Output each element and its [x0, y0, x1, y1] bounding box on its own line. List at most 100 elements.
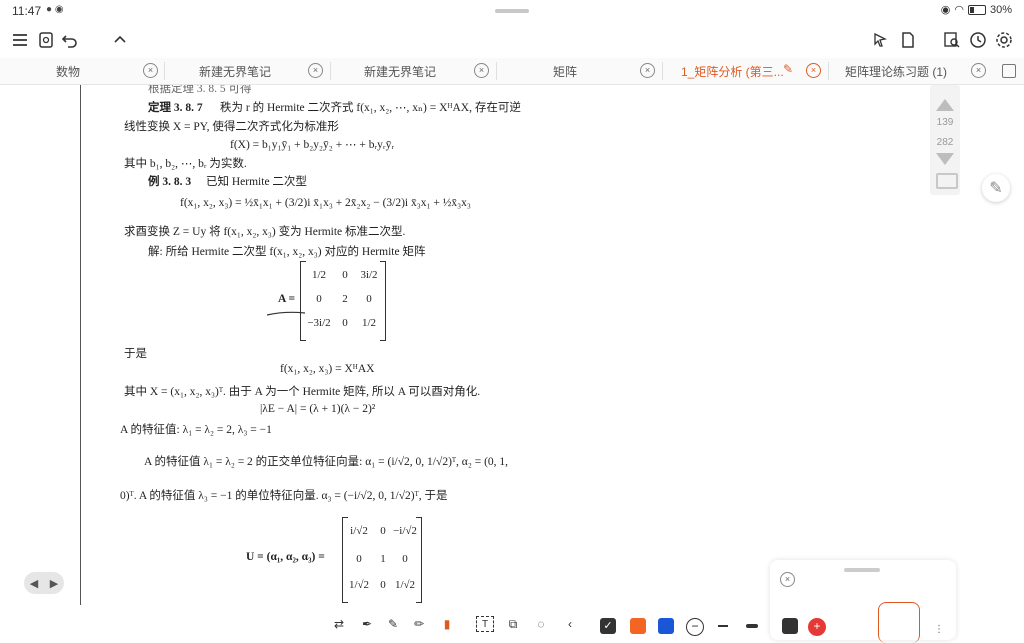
prev-page-icon[interactable]: ◀ [30, 577, 38, 590]
matrix-cell: 0 [402, 553, 408, 565]
color-swatch-orange[interactable] [630, 618, 646, 634]
matrix-cell: 1/√2 [348, 579, 370, 591]
matrix-cell: 2 [342, 293, 348, 305]
close-icon[interactable]: × [143, 63, 158, 78]
add-color-icon[interactable]: + [808, 618, 826, 636]
tab-item[interactable]: 新建无界笔记 × [165, 58, 330, 84]
highlighter-icon[interactable]: ▮ [440, 614, 454, 634]
doc-line: 其中 b₁, b₂, ⋯, bᵣ 为实数. [124, 158, 247, 170]
tab-bar: 数物 × 新建无界笔记 × 新建无界笔记 × 矩阵 × 1_矩阵分析 (第三..… [0, 58, 1024, 85]
timer-icon[interactable] [966, 28, 990, 52]
color-swatch-black-2[interactable] [782, 618, 798, 634]
clock: 11:47 [12, 4, 42, 18]
close-icon[interactable]: × [308, 63, 323, 78]
layers-icon[interactable] [936, 173, 958, 189]
tab-item-active[interactable]: 1_矩阵分析 (第三... ✎ × [663, 58, 828, 84]
document-page[interactable]: 根据定理 3. 8. 5 可得 定理 3. 8. 7 秩为 r 的 Hermit… [80, 85, 600, 605]
total-pages: 282 [936, 137, 954, 148]
matrix-cell: 1/√2 [394, 579, 416, 591]
matrix-cell: 1/2 [361, 317, 377, 329]
text-tool-icon[interactable]: T [476, 616, 494, 632]
close-icon[interactable]: × [971, 63, 986, 78]
page-scroller[interactable]: 139 282 [930, 85, 960, 195]
next-page-icon[interactable]: ▶ [50, 577, 58, 590]
edit-icon[interactable]: ✎ [783, 62, 793, 76]
settings-icon[interactable] [992, 28, 1016, 52]
tab-item[interactable]: 新建无界笔记 × [331, 58, 496, 84]
matrix-A: 1/2 0 3i/2 0 2 0 −3i/2 0 1/2 [300, 261, 386, 341]
tab-label: 新建无界笔记 [199, 65, 272, 79]
wifi-icon: ◠ [954, 4, 964, 16]
ballpoint-pen-icon[interactable]: ✎ [386, 614, 400, 634]
tab-label: 1_矩阵分析 (第三... [681, 65, 784, 79]
battery-percent: 30% [989, 3, 1012, 16]
pen-toolbar: ⇄ ✒ ✎ ✏ ▮ T ⧉ ◌ ‹ ✓ − + [0, 606, 1024, 640]
doc-line: 秩为 r 的 Hermite 二次齐式 f(x₁, x₂, ⋯, xₙ) = X… [220, 102, 521, 114]
pen-icon[interactable]: ✎ [982, 174, 1010, 202]
doc-line: 求酉变换 Z = Uy 将 f(x₁, x₂, x₃) 变为 Hermite 标… [124, 226, 406, 238]
doc-line: 0)ᵀ. A 的特征值 λ₃ = −1 的单位特征向量. α₃ = (−i/√2… [120, 490, 448, 502]
doc-line: 根据定理 3. 8. 5 可得 [148, 85, 252, 95]
status-bar: 11:47 ● ◉ ◉ ◠ 30% [0, 0, 1024, 22]
matrix-label: U = (α₁, α₂, α₃) = [246, 551, 325, 563]
battery-icon [967, 4, 986, 15]
close-icon[interactable]: × [640, 63, 655, 78]
tabs-overview-icon[interactable] [1002, 64, 1016, 78]
tab-label: 数物 [56, 65, 81, 79]
drag-handle[interactable] [495, 9, 529, 13]
tab-label: 新建无界笔记 [364, 65, 437, 79]
tab-item[interactable]: 矩阵理论练习题 (1) × [829, 58, 994, 84]
doc-line: 其中 X = (x₁, x₂, x₃)ᵀ. 由于 A 为一个 Hermite 矩… [124, 386, 481, 398]
chevron-up-icon[interactable] [108, 28, 132, 52]
color-swatch-blue[interactable] [658, 618, 674, 634]
panel-grip[interactable] [844, 568, 880, 572]
matrix-cell: 0 [342, 317, 348, 329]
close-icon[interactable]: × [806, 63, 821, 78]
scroll-down-icon[interactable] [936, 153, 954, 165]
fountain-pen-icon[interactable]: ✒ [360, 614, 374, 634]
example-label: 例 3. 8. 3 [148, 176, 192, 188]
matrix-cell: 1/2 [311, 269, 327, 281]
equation: f(X) = b₁y₁ȳ₁ + b₂y₂ȳ₂ + ⋯ + bᵣyᵣȳᵣ [230, 139, 394, 151]
menu-icon[interactable] [8, 28, 32, 52]
theorem-label: 定理 3. 8. 7 [148, 102, 203, 114]
tab-item[interactable]: 数物 × [0, 58, 164, 84]
doc-line: A 的特征值: λ₁ = λ₂ = 2, λ₃ = −1 [120, 424, 272, 436]
tab-label: 矩阵理论练习题 (1) [845, 65, 948, 79]
top-toolbar [0, 24, 1024, 56]
matrix-U: i/√2 0 −i/√2 0 1 0 1/√2 0 1/√2 [342, 517, 422, 603]
close-icon[interactable]: × [780, 572, 795, 587]
lasso-icon[interactable]: ◌ [532, 614, 550, 634]
color-swatch-black[interactable]: ✓ [600, 618, 616, 634]
export-icon[interactable] [34, 28, 58, 52]
tab-item[interactable]: 矩阵 × [497, 58, 662, 84]
page-icon[interactable] [896, 28, 920, 52]
page-edge [80, 85, 81, 605]
pencil-icon[interactable]: ✏ [412, 614, 426, 634]
thick-line-option[interactable] [746, 624, 758, 628]
system-icons: ◉ ◠ 30% [940, 3, 1012, 17]
tab-label: 矩阵 [553, 65, 578, 79]
matrix-cell: −3i/2 [307, 317, 331, 329]
doc-line: 于是 [124, 348, 147, 360]
scroll-up-icon[interactable] [936, 99, 954, 111]
matrix-cell: −i/√2 [393, 525, 417, 537]
collapse-chevron-icon[interactable]: ‹ [564, 614, 576, 634]
page-nav[interactable]: ◀ ▶ [24, 572, 64, 594]
convert-icon[interactable]: ⇄ [330, 614, 348, 634]
shapes-icon[interactable]: ⧉ [504, 614, 522, 634]
doc-line: A 的特征值 λ₁ = λ₂ = 2 的正交单位特征向量: α₁ = (i/√2… [144, 456, 509, 468]
eye-icon: ◉ [940, 4, 951, 16]
search-doc-icon[interactable] [940, 28, 964, 52]
thin-line-option[interactable] [718, 625, 728, 627]
equation: f(x₁, x₂, x₃) = ½x̄₁x₁ + (3/2)i x̄₁x₃ + … [180, 197, 471, 209]
matrix-cell: 3i/2 [360, 269, 378, 281]
thickness-minus-icon[interactable]: − [686, 618, 704, 636]
pointer-icon[interactable] [868, 28, 892, 52]
matrix-label: A = [278, 293, 296, 305]
notification-icons: ● ◉ [46, 4, 64, 15]
close-icon[interactable]: × [474, 63, 489, 78]
current-page: 139 [936, 117, 954, 128]
undo-icon[interactable] [58, 28, 82, 52]
matrix-cell: 0 [342, 269, 348, 281]
